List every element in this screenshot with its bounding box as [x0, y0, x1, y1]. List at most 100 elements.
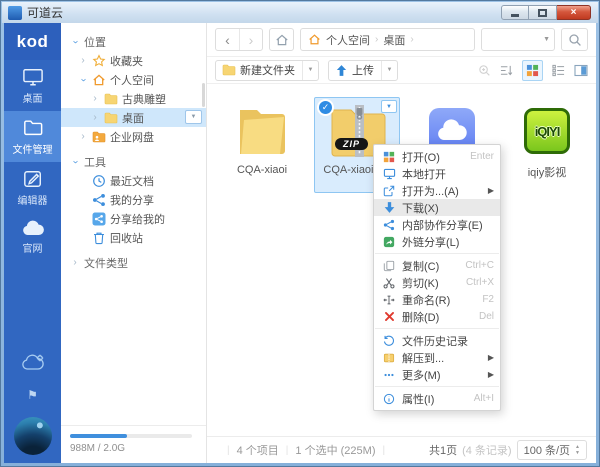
- breadcrumb-root[interactable]: 个人空间: [326, 32, 370, 48]
- file-dropdown-button[interactable]: ▼: [381, 100, 397, 113]
- delete-icon: [382, 311, 396, 322]
- page-info: 共1页: [429, 442, 457, 458]
- flag-icon[interactable]: ⚑: [27, 388, 38, 402]
- menu-item-label: 内部协作分享(E): [402, 217, 488, 233]
- tree-item-label: 回收站: [110, 230, 143, 246]
- sidebar-item-desktop[interactable]: 桌面: [4, 60, 61, 111]
- menu-item-open-as[interactable]: 打开为...(A) ▶: [374, 182, 500, 199]
- forward-button[interactable]: ›: [239, 29, 262, 50]
- zoom-view-button[interactable]: [478, 64, 491, 77]
- new-folder-label: 新建文件夹: [240, 62, 302, 78]
- tree-item-desktop[interactable]: › 桌面 ▼: [61, 108, 206, 127]
- tree-section-location[interactable]: › 位置: [61, 32, 206, 51]
- sidebar-item-file-manager[interactable]: 文件管理: [4, 111, 61, 162]
- upload-button[interactable]: 上传 ▼: [328, 60, 398, 81]
- close-button[interactable]: ×: [557, 5, 591, 20]
- tree-item-recycle-bin[interactable]: 回收站: [61, 228, 206, 247]
- new-folder-dropdown[interactable]: ▼: [302, 61, 318, 80]
- minimize-button[interactable]: [501, 5, 529, 20]
- folder-icon: [22, 118, 44, 138]
- sidebar-item-label: 桌面: [23, 90, 43, 105]
- sidebar-item-website[interactable]: 官网: [4, 213, 61, 261]
- chevron-down-icon: ›: [78, 75, 88, 85]
- menu-item-delete[interactable]: 删除(D) Del: [374, 308, 500, 325]
- menu-item-cut[interactable]: 剪切(K) Ctrl+X: [374, 274, 500, 291]
- home-button[interactable]: [270, 29, 293, 50]
- home-icon: [92, 73, 106, 87]
- home-icon: [308, 33, 321, 46]
- sort-button[interactable]: [500, 64, 513, 77]
- tree-section-tools[interactable]: › 工具: [61, 152, 206, 171]
- tree-item-personal-space[interactable]: › 个人空间: [61, 70, 206, 89]
- main-sidebar: kod 桌面 文件管理 编辑器 官网 ⚑: [4, 23, 61, 463]
- tree-item-my-shares[interactable]: 我的分享: [61, 190, 206, 209]
- menu-item-open[interactable]: 打开(O) Enter: [374, 148, 500, 165]
- folder-large-icon: [234, 105, 290, 157]
- search-dropdown-caret[interactable]: ▼: [543, 36, 550, 43]
- tree-item-dropdown-button[interactable]: ▼: [185, 110, 202, 124]
- more-icon: [382, 369, 396, 381]
- tree-section-label: 文件类型: [84, 255, 128, 271]
- app-icon: [8, 6, 22, 20]
- edit-icon: [22, 169, 44, 189]
- column-view-button[interactable]: [574, 64, 588, 77]
- submenu-arrow-icon: ▶: [488, 353, 494, 362]
- tree-item-enterprise-disk[interactable]: › 企业网盘: [61, 127, 206, 146]
- cloud-settings-icon[interactable]: [19, 353, 47, 373]
- chevron-right-icon: ›: [90, 94, 100, 104]
- upload-dropdown[interactable]: ▼: [381, 61, 397, 80]
- menu-item-external-share[interactable]: 外链分享(L): [374, 233, 500, 250]
- new-folder-button[interactable]: 新建文件夹 ▼: [215, 60, 319, 81]
- chevron-right-icon: ›: [90, 113, 100, 123]
- status-bar: | 4 个项目 | 1 个选中 (225M) | 共1页 (4 条记录) 100…: [207, 436, 596, 463]
- menu-item-properties[interactable]: 属性(I) Alt+I: [374, 390, 500, 407]
- tree-item-favorites[interactable]: › 收藏夹: [61, 51, 206, 70]
- shared-folder-icon: [92, 131, 106, 143]
- page-size-select[interactable]: 100 条/页 ▲▼: [517, 440, 587, 460]
- tree-scrollbar-thumb[interactable]: [202, 83, 205, 107]
- search-box[interactable]: ▼: [481, 28, 555, 51]
- action-toolbar: 新建文件夹 ▼ 上传 ▼: [207, 57, 596, 84]
- menu-shortcut: Enter: [470, 151, 494, 162]
- search-button[interactable]: [561, 28, 588, 51]
- user-avatar[interactable]: [14, 417, 52, 455]
- menu-item-more[interactable]: 更多(M) ▶: [374, 366, 500, 383]
- menu-item-label: 解压到...: [402, 350, 482, 366]
- tree-item-label: 最近文档: [110, 173, 154, 189]
- sidebar-item-label: 编辑器: [18, 192, 48, 207]
- menu-item-download[interactable]: 下载(X): [374, 199, 500, 216]
- breadcrumb[interactable]: 个人空间 › 桌面 ›: [300, 28, 475, 51]
- menu-item-internal-share[interactable]: 内部协作分享(E): [374, 216, 500, 233]
- menu-item-label: 重命名(R): [402, 292, 476, 308]
- maximize-button[interactable]: [529, 5, 557, 20]
- file-tile-folder[interactable]: CQA-xiaoi: [219, 97, 305, 193]
- menu-item-extract-to[interactable]: 解压到... ▶: [374, 349, 500, 366]
- tree-section-file-types[interactable]: › 文件类型: [61, 253, 206, 272]
- tree-item-recent-docs[interactable]: 最近文档: [61, 171, 206, 190]
- file-name: iqiy影视: [528, 164, 567, 180]
- context-menu: 打开(O) Enter 本地打开 打开为...(A) ▶ 下载(X): [373, 144, 501, 411]
- open-as-icon: [382, 185, 396, 197]
- tree-item-sculpture[interactable]: › 古典雕塑: [61, 89, 206, 108]
- quota-progressbar: [70, 434, 192, 438]
- maximize-icon: [538, 9, 547, 17]
- file-tile-iqiyi[interactable]: iQIYI iqiy影视: [504, 97, 590, 193]
- download-icon: [382, 201, 396, 214]
- sidebar-item-editor[interactable]: 编辑器: [4, 162, 61, 213]
- grid-view-button[interactable]: [522, 60, 543, 81]
- back-button[interactable]: ‹: [216, 29, 239, 50]
- iqiyi-logo-text: iQIYI: [535, 124, 560, 139]
- submenu-arrow-icon: ▶: [488, 186, 494, 195]
- tree-item-shared-with-me[interactable]: 分享给我的: [61, 209, 206, 228]
- extract-icon: [382, 352, 396, 364]
- list-view-button[interactable]: [552, 64, 565, 77]
- menu-item-rename[interactable]: 重命名(R) F2: [374, 291, 500, 308]
- menu-item-local-open[interactable]: 本地打开: [374, 165, 500, 182]
- menu-item-label: 剪切(K): [402, 275, 460, 291]
- chevron-down-icon: ›: [70, 37, 80, 47]
- window-title: 可道云: [27, 4, 63, 21]
- quota-label: 988M / 2.0G: [70, 443, 206, 454]
- breadcrumb-current[interactable]: 桌面: [383, 32, 405, 48]
- menu-item-copy[interactable]: 复制(C) Ctrl+C: [374, 257, 500, 274]
- menu-item-file-history[interactable]: 文件历史记录: [374, 332, 500, 349]
